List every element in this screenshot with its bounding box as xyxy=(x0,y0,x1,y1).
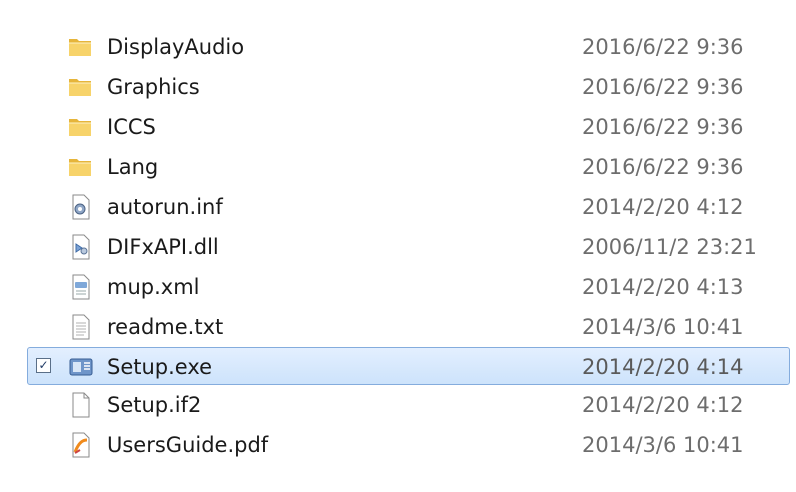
file-row-usersguide-pdf[interactable]: UsersGuide.pdf 2014/3/6 10:41 xyxy=(0,425,796,465)
file-date: 2014/2/20 4:13 xyxy=(582,275,744,299)
file-list: DisplayAudio 2016/6/22 9:36 Graphics 201… xyxy=(0,27,796,465)
file-name: autorun.inf xyxy=(107,195,223,219)
installer-icon xyxy=(67,354,95,380)
file-date: 2014/2/20 4:12 xyxy=(582,195,744,219)
settings-file-icon xyxy=(67,194,95,220)
file-name: DIFxAPI.dll xyxy=(107,235,219,259)
file-name: ICCS xyxy=(107,115,156,139)
file-date: 2016/6/22 9:36 xyxy=(582,155,744,179)
file-row-difxapi-dll[interactable]: DIFxAPI.dll 2006/11/2 23:21 xyxy=(0,227,796,267)
file-name: readme.txt xyxy=(107,315,224,339)
file-date: 2014/3/6 10:41 xyxy=(582,315,744,339)
file-name: Setup.if2 xyxy=(107,393,202,417)
file-name: Graphics xyxy=(107,75,200,99)
file-date: 2014/2/20 4:12 xyxy=(582,393,744,417)
file-row-lang[interactable]: Lang 2016/6/22 9:36 xyxy=(0,147,796,187)
file-name: Setup.exe xyxy=(107,355,213,379)
file-name: UsersGuide.pdf xyxy=(107,433,269,457)
file-date: 2016/6/22 9:36 xyxy=(582,75,744,99)
row-checkbox[interactable]: ✓ xyxy=(36,358,51,373)
file-date: 2006/11/2 23:21 xyxy=(582,235,757,259)
file-row-graphics[interactable]: Graphics 2016/6/22 9:36 xyxy=(0,67,796,107)
pdf-file-icon xyxy=(67,432,95,458)
file-date: 2016/6/22 9:36 xyxy=(582,115,744,139)
file-name: DisplayAudio xyxy=(107,35,245,59)
file-name: Lang xyxy=(107,155,159,179)
file-row-iccs[interactable]: ICCS 2016/6/22 9:36 xyxy=(0,107,796,147)
file-row-setup-exe[interactable]: ✓ Setup.exe 2014/2/20 4:14 xyxy=(27,347,790,385)
xml-file-icon xyxy=(67,274,95,300)
text-file-icon xyxy=(67,314,95,340)
file-row-autorun-inf[interactable]: autorun.inf 2014/2/20 4:12 xyxy=(0,187,796,227)
file-date: 2016/6/22 9:36 xyxy=(582,35,744,59)
folder-icon xyxy=(67,74,95,100)
file-name: mup.xml xyxy=(107,275,200,299)
file-row-setup-if2[interactable]: Setup.if2 2014/2/20 4:12 xyxy=(0,385,796,425)
file-row-displayaudio[interactable]: DisplayAudio 2016/6/22 9:36 xyxy=(0,27,796,67)
file-row-mup-xml[interactable]: mup.xml 2014/2/20 4:13 xyxy=(0,267,796,307)
blank-file-icon xyxy=(67,392,95,418)
file-row-readme-txt[interactable]: readme.txt 2014/3/6 10:41 xyxy=(0,307,796,347)
folder-icon xyxy=(67,34,95,60)
folder-icon xyxy=(67,154,95,180)
file-date: 2014/2/20 4:14 xyxy=(582,355,744,379)
folder-icon xyxy=(67,114,95,140)
dll-file-icon xyxy=(67,234,95,260)
file-date: 2014/3/6 10:41 xyxy=(582,433,744,457)
